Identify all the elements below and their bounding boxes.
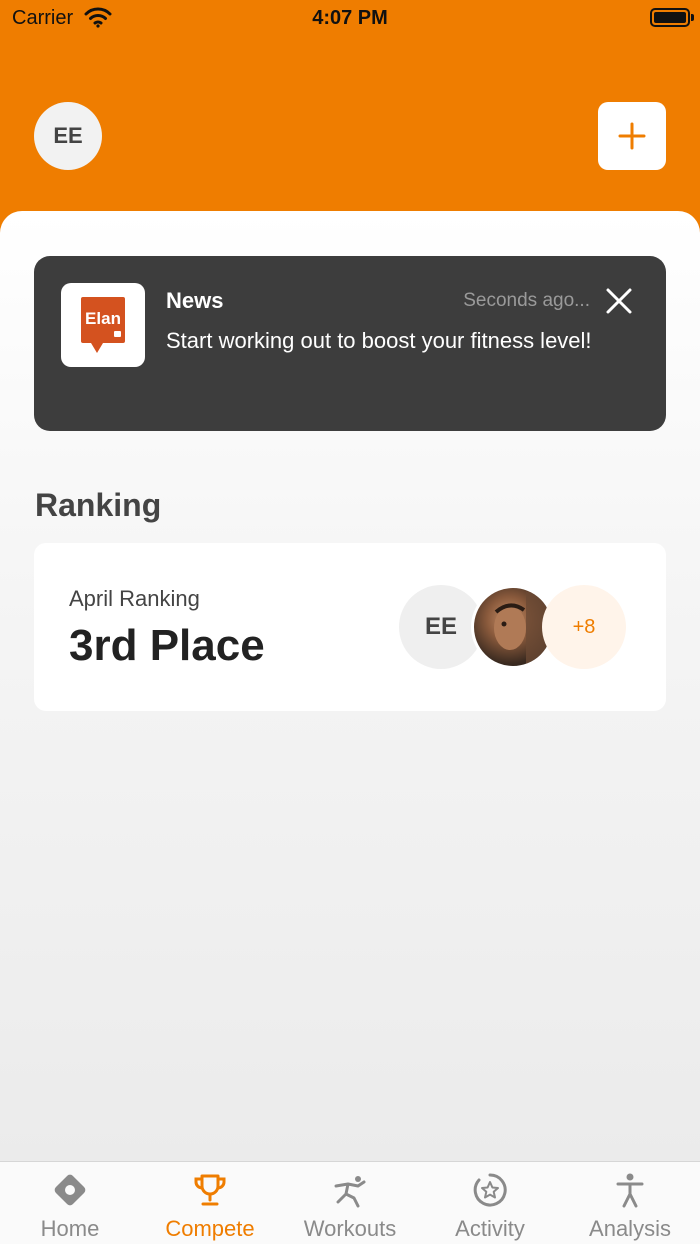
person-icon <box>616 1173 644 1208</box>
news-timestamp: Seconds ago... <box>463 290 590 311</box>
tab-label-compete: Compete <box>165 1216 255 1241</box>
participant-more-count[interactable]: +8 <box>542 585 626 669</box>
trophy-icon <box>194 1174 226 1206</box>
svg-text:Elan: Elan <box>85 309 121 328</box>
news-message: Start working out to boost your fitness … <box>166 328 592 353</box>
status-bar: Carrier 4:07 PM <box>0 0 700 36</box>
battery-icon <box>650 8 694 27</box>
tab-label-activity: Activity <box>455 1216 525 1241</box>
ranking-section-title: Ranking <box>35 487 162 523</box>
news-title: News <box>166 288 224 313</box>
tab-label-workouts: Workouts <box>303 1216 397 1241</box>
close-icon[interactable] <box>604 286 634 316</box>
header: Carrier 4:07 PM EE <box>0 0 700 240</box>
tab-activity[interactable]: Activity <box>420 1162 560 1244</box>
app-logo: Elan <box>61 283 145 367</box>
running-figure-icon <box>334 1176 366 1208</box>
profile-avatar[interactable]: EE <box>34 102 102 170</box>
star-badge-icon <box>473 1173 507 1207</box>
tab-workouts[interactable]: Workouts <box>280 1162 420 1244</box>
ranking-period: April Ranking <box>69 586 200 611</box>
add-button[interactable] <box>598 102 666 170</box>
status-time: 4:07 PM <box>312 7 388 29</box>
tab-home[interactable]: Home <box>0 1162 140 1244</box>
plus-icon <box>618 122 646 150</box>
tab-label-analysis: Analysis <box>589 1216 671 1241</box>
tab-analysis[interactable]: Analysis <box>560 1162 700 1244</box>
elan-logo-icon: Elan <box>81 297 125 353</box>
news-notification[interactable]: Elan News Seconds ago... Start working o… <box>34 256 666 431</box>
tab-compete[interactable]: Compete <box>140 1162 280 1244</box>
tab-bar: Home Compete Workouts Activity Analysis <box>0 1161 700 1244</box>
ranking-place: 3rd Place <box>69 621 265 670</box>
home-icon <box>54 1174 86 1206</box>
tab-label-home: Home <box>40 1216 100 1241</box>
ranking-card[interactable]: April Ranking 3rd Place EE +8 <box>34 543 666 711</box>
